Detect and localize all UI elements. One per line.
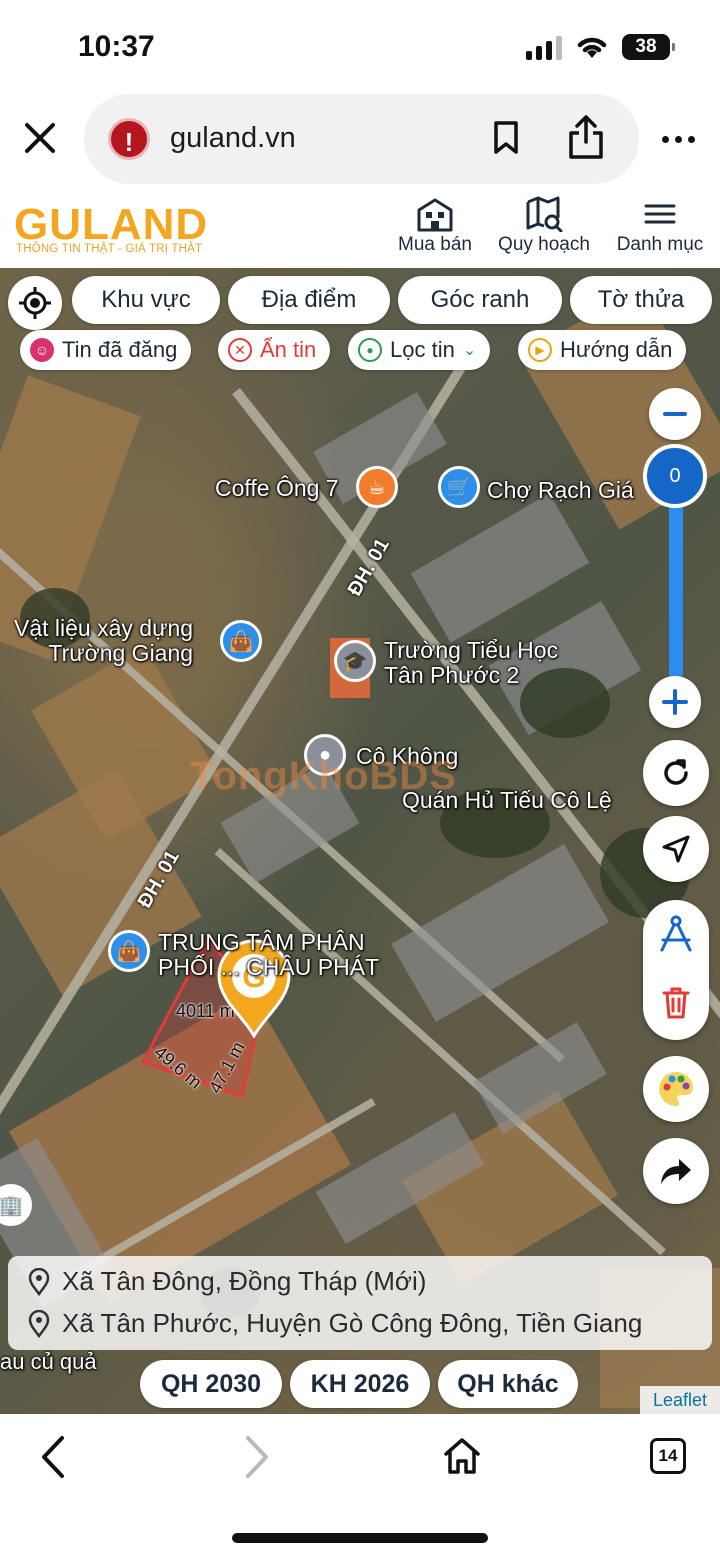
nav-quy-hoach[interactable]: Quy hoạch — [494, 196, 594, 256]
status-time: 10:37 — [78, 30, 155, 63]
qh-khac-button[interactable]: QH khác — [438, 1360, 578, 1408]
measure-tool-group — [643, 900, 709, 1040]
chip-dia-diem[interactable]: Địa điểm — [228, 276, 390, 324]
browser-toolbar: ! guland.vn — [0, 92, 720, 192]
trash-icon[interactable] — [661, 986, 691, 1020]
chip-to-thua[interactable]: Tờ thửa — [570, 276, 712, 324]
kh-2026-button[interactable]: KH 2026 — [290, 1360, 430, 1408]
poi-label-truong-tieu-hoc: Trường Tiểu Học Tân Phước 2 — [384, 637, 559, 689]
share-map-button[interactable] — [643, 1138, 709, 1204]
cellular-signal-icon — [526, 36, 562, 60]
nav-mua-ban[interactable]: Mua bán — [394, 196, 476, 256]
refresh-button[interactable] — [643, 740, 709, 806]
menu-icon — [644, 204, 676, 224]
chip-label: Hướng dẫn — [560, 337, 673, 362]
zoom-in-button[interactable] — [649, 676, 701, 728]
close-icon[interactable] — [22, 120, 58, 156]
poi-text: Vật liệu xây dựng Trường Giang — [14, 615, 194, 667]
chip-loc-tin[interactable]: ● Lọc tin ⌄ — [348, 330, 491, 370]
measure-compass-icon[interactable] — [657, 914, 695, 954]
location-pin-icon — [28, 1309, 50, 1338]
locate-me-button[interactable] — [8, 276, 62, 330]
school-icon[interactable]: 🎓 — [334, 640, 376, 682]
bookmark-icon[interactable] — [492, 120, 520, 156]
refresh-icon — [664, 759, 688, 785]
address-panel: Xã Tân Đông, Đồng Tháp (Mới) Xã Tân Phướ… — [8, 1256, 712, 1350]
home-icon[interactable] — [442, 1436, 482, 1476]
location-pin-icon — [28, 1267, 50, 1296]
chip-goc-ranh[interactable]: Góc ranh — [398, 276, 562, 324]
zoom-level-handle[interactable]: 0 — [643, 444, 707, 508]
watermark: TongKhoBDS — [190, 754, 457, 798]
back-icon[interactable] — [36, 1434, 70, 1480]
poi-label-cho-rach-gia: Chợ Rạch Giá — [487, 477, 634, 503]
chevron-down-icon: ⌄ — [462, 342, 477, 359]
chip-huong-dan[interactable]: ▶ Hướng dẫn — [518, 330, 687, 370]
address-new: Xã Tân Đông, Đồng Tháp (Mới) — [28, 1266, 426, 1297]
tabs-button[interactable]: 14 — [650, 1438, 686, 1474]
map-corner-label: au củ quả — [0, 1349, 97, 1374]
address-bar[interactable] — [84, 94, 639, 184]
chip-an-tin[interactable]: ✕ Ẩn tin — [218, 330, 331, 370]
poi-label-coffe-ong7: Coffe Ông 7 — [215, 475, 339, 501]
site-header: GULAND THÔNG TIN THẬT - GIÁ TRỊ THẬT Mua… — [0, 192, 720, 268]
poi-label-vlxd-truong-giang: Vật liệu xây dựng Trường Giang — [14, 615, 194, 667]
address-old: Xã Tân Phước, Huyện Gò Công Đông, Tiền G… — [28, 1308, 642, 1339]
chip-label: Lọc tin — [390, 337, 455, 362]
address-text: Xã Tân Phước, Huyện Gò Công Đông, Tiền G… — [62, 1308, 643, 1338]
listing-icon: ☺ — [30, 338, 54, 362]
zoom-slider[interactable] — [669, 480, 683, 680]
zoom-out-button[interactable] — [649, 388, 701, 440]
nav-danh-muc[interactable]: Danh mục — [612, 196, 708, 256]
map-style-button[interactable] — [643, 1056, 709, 1122]
navigation-arrow-icon — [662, 835, 690, 863]
nav-label: Mua bán — [398, 234, 472, 255]
coffee-icon[interactable]: ☕ — [356, 466, 398, 508]
forward-icon[interactable] — [240, 1434, 274, 1480]
nav-label: Danh mục — [616, 234, 704, 255]
home-indicator — [232, 1533, 488, 1543]
map-view[interactable]: 4011 m² 49.6 m 47.1 m G ĐH. 01 ĐH. 01 Co… — [0, 268, 720, 1414]
poi-text: TRUNG TÂM PHÂN PHỐI ... CHÂU PHÁT — [158, 929, 380, 981]
more-options-icon[interactable] — [662, 136, 695, 143]
navigate-button[interactable] — [643, 816, 709, 882]
crosshair-icon — [19, 287, 51, 319]
chip-label: Tin đã đăng — [62, 337, 178, 362]
plus-icon — [662, 689, 688, 715]
poi-label-trung-tam-phan-phoi: TRUNG TÂM PHÂN PHỐI ... CHÂU PHÁT — [158, 929, 380, 981]
hide-icon: ✕ — [228, 338, 252, 362]
land-parcel[interactable] — [0, 268, 720, 1414]
battery-icon: 38 — [622, 34, 675, 60]
shopping-cart-icon[interactable]: 🛒 — [438, 466, 480, 508]
guide-icon: ▶ — [528, 338, 552, 362]
store-bag-icon[interactable]: 👜 — [108, 930, 150, 972]
share-icon[interactable] — [566, 114, 606, 160]
wifi-icon — [577, 37, 607, 58]
building-icon — [417, 198, 453, 232]
palette-icon — [658, 1072, 693, 1106]
share-arrow-icon — [661, 1159, 691, 1184]
poi-text: Trường Tiểu Học Tân Phước 2 — [384, 637, 559, 689]
chip-tin-da-dang[interactable]: ☺ Tin đã đăng — [20, 330, 192, 370]
status-bar: 10:37 38 — [0, 0, 720, 92]
qh-2030-button[interactable]: QH 2030 — [140, 1360, 282, 1408]
nav-label: Quy hoạch — [498, 234, 590, 255]
minus-icon — [663, 412, 687, 416]
map-search-icon — [526, 196, 563, 232]
leaflet-attribution[interactable]: Leaflet — [640, 1386, 720, 1414]
store-bag-icon[interactable]: 👜 — [220, 620, 262, 662]
filter-pin-icon: ● — [358, 338, 382, 362]
url-text[interactable]: guland.vn — [170, 122, 296, 155]
address-text: Xã Tân Đông, Đồng Tháp (Mới) — [62, 1266, 427, 1296]
insecure-warning-icon[interactable]: ! — [108, 118, 150, 160]
chip-label: Ẩn tin — [260, 337, 317, 362]
tagline: THÔNG TIN THẬT - GIÁ TRỊ THẬT — [16, 243, 203, 255]
chip-khu-vuc[interactable]: Khu vực — [72, 276, 220, 324]
